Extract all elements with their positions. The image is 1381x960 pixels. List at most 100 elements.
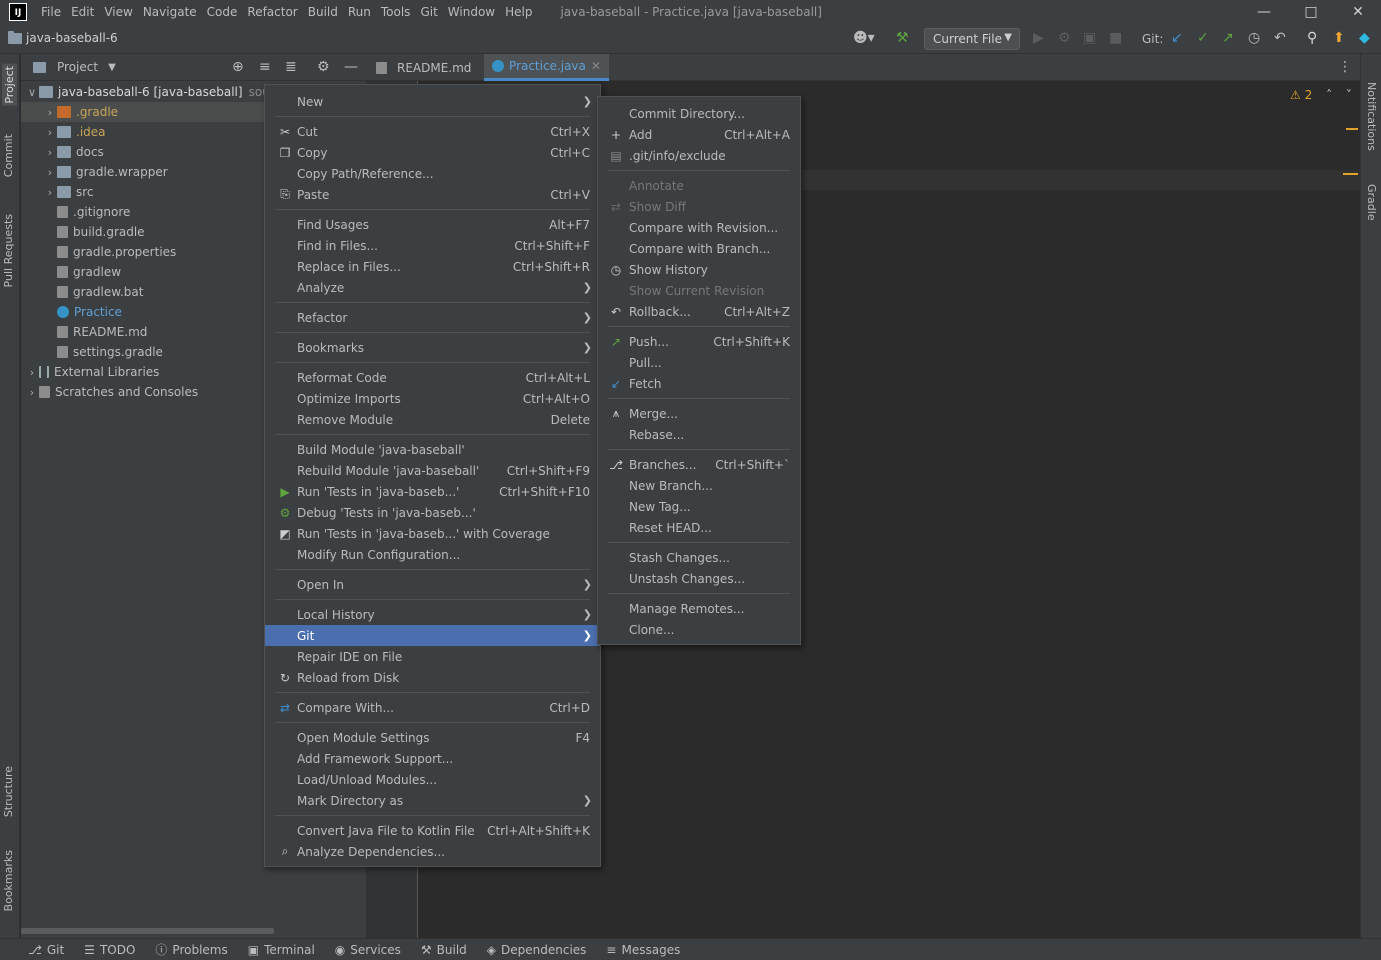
tool-tab-project[interactable]: Project — [2, 64, 17, 106]
build-hammer-icon[interactable]: ⚒ — [896, 30, 909, 46]
menu-tools[interactable]: Tools — [381, 5, 411, 19]
menu-item-convert-java-file-to-kotlin-file[interactable]: Convert Java File to Kotlin File Ctrl+Alt… — [265, 820, 600, 841]
expand-all-icon[interactable]: ≡ — [259, 59, 271, 75]
menu-item-commit-directory[interactable]: Commit Directory... — [598, 103, 800, 124]
close-icon[interactable]: ✕ — [1335, 0, 1381, 24]
menu-item-copy-path-reference[interactable]: Copy Path/Reference... — [265, 163, 600, 184]
push-icon[interactable]: ↗ — [1222, 30, 1234, 46]
menu-item-cut[interactable]: ✂ Cut Ctrl+X — [265, 121, 600, 142]
menu-view[interactable]: View — [104, 5, 132, 19]
error-stripe-mark[interactable] — [1343, 173, 1358, 175]
run-configuration-select[interactable]: Current File ▼ — [924, 28, 1020, 50]
coverage-icon[interactable]: ▣ — [1083, 30, 1096, 46]
menu-item-new-branch[interactable]: New Branch... — [598, 475, 800, 496]
menu-item-run-tests-in-java-baseb-with-coverage[interactable]: ◩ Run 'Tests in 'java-baseb...' with Cove… — [265, 523, 600, 544]
tool-tab-notifications[interactable]: Notifications — [1365, 82, 1378, 151]
bottom-tab-git[interactable]: ⎇ Git — [28, 943, 64, 957]
bottom-tab-build[interactable]: ⚒ Build — [421, 943, 467, 957]
tool-tab-structure[interactable]: Structure — [2, 766, 15, 817]
bottom-tab-terminal[interactable]: ▣ Terminal — [248, 943, 315, 957]
menu-item-build-module-java-baseball[interactable]: Build Module 'java-baseball' — [265, 439, 600, 460]
menu-git[interactable]: Git — [420, 5, 437, 19]
menu-build[interactable]: Build — [308, 5, 338, 19]
menu-item-remove-module[interactable]: Remove Module Delete — [265, 409, 600, 430]
tool-tab-pull-requests[interactable]: Pull Requests — [2, 214, 15, 287]
menu-item-new-tag[interactable]: New Tag... — [598, 496, 800, 517]
menu-item-analyze[interactable]: Analyze ❯ — [265, 277, 600, 298]
menu-item-compare-with-branch[interactable]: Compare with Branch... — [598, 238, 800, 259]
chevron-down-icon[interactable]: ∨ — [25, 86, 39, 99]
select-opened-file-icon[interactable]: ⊕ — [232, 59, 244, 75]
tool-tab-bookmarks[interactable]: Bookmarks — [2, 850, 15, 911]
menu-item-local-history[interactable]: Local History ❯ — [265, 604, 600, 625]
rollback-icon[interactable]: ↶ — [1274, 30, 1286, 46]
jetbrains-ai-icon[interactable]: ◆ — [1359, 30, 1370, 46]
update-available-icon[interactable]: ⬆ — [1333, 30, 1345, 46]
menu-item-analyze-dependencies[interactable]: ⌕ Analyze Dependencies... — [265, 841, 600, 862]
menu-item-stash-changes[interactable]: Stash Changes... — [598, 547, 800, 568]
error-stripe-mark[interactable] — [1346, 128, 1358, 130]
menu-item-debug-tests-in-java-baseb[interactable]: ⚙ Debug 'Tests in 'java-baseb...' — [265, 502, 600, 523]
menu-item-add[interactable]: + Add Ctrl+Alt+A — [598, 124, 800, 145]
menu-item-unstash-changes[interactable]: Unstash Changes... — [598, 568, 800, 589]
hide-panel-icon[interactable]: — — [344, 59, 358, 75]
bottom-tab-services[interactable]: ◉ Services — [335, 943, 401, 957]
menu-item-new[interactable]: New ❯ — [265, 91, 600, 112]
collapse-all-icon[interactable]: ≣ — [285, 59, 297, 75]
chevron-right-icon[interactable]: › — [25, 366, 39, 379]
menu-file[interactable]: File — [41, 5, 61, 19]
menu-item-open-module-settings[interactable]: Open Module Settings F4 — [265, 727, 600, 748]
update-project-icon[interactable]: ↙ — [1171, 30, 1183, 46]
menu-run[interactable]: Run — [348, 5, 371, 19]
menu-item-run-tests-in-java-baseb[interactable]: ▶ Run 'Tests in 'java-baseb...' Ctrl+Shift… — [265, 481, 600, 502]
warnings-indicator[interactable]: ⚠ 2 ˄ ˅ — [1290, 88, 1352, 102]
menu-item-reformat-code[interactable]: Reformat Code Ctrl+Alt+L — [265, 367, 600, 388]
menu-item-fetch[interactable]: ↙ Fetch — [598, 373, 800, 394]
menu-item-manage-remotes[interactable]: Manage Remotes... — [598, 598, 800, 619]
menu-item-pull[interactable]: Pull... — [598, 352, 800, 373]
menu-item-modify-run-configuration[interactable]: Modify Run Configuration... — [265, 544, 600, 565]
bottom-tab-dependencies[interactable]: ◈ Dependencies — [487, 943, 587, 957]
breadcrumb-project[interactable]: java-baseball-6 — [8, 30, 118, 45]
menu-item-copy[interactable]: ❐ Copy Ctrl+C — [265, 142, 600, 163]
menu-item-push[interactable]: ↗ Push... Ctrl+Shift+K — [598, 331, 800, 352]
chevron-right-icon[interactable]: › — [43, 186, 57, 199]
intellij-logo-icon[interactable]: IJ — [9, 3, 27, 21]
menu-item-rollback[interactable]: ↶ Rollback... Ctrl+Alt+Z — [598, 301, 800, 322]
chevron-up-icon[interactable]: ˄ — [1326, 88, 1332, 102]
tab-readme[interactable]: README.md — [368, 54, 479, 81]
bottom-tab-messages[interactable]: ≡ Messages — [606, 943, 680, 957]
tool-tab-gradle[interactable]: Gradle — [1365, 184, 1378, 221]
user-icon[interactable]: ☻▾ — [853, 30, 875, 46]
menu-item-rebase[interactable]: Rebase... — [598, 424, 800, 445]
menu-item-reset-head[interactable]: Reset HEAD... — [598, 517, 800, 538]
close-tab-icon[interactable]: ✕ — [591, 59, 601, 73]
menu-navigate[interactable]: Navigate — [143, 5, 197, 19]
debug-icon[interactable]: ⚙ — [1058, 30, 1071, 46]
menu-item-paste[interactable]: ⎘ Paste Ctrl+V — [265, 184, 600, 205]
menu-item-rebuild-module-java-baseball[interactable]: Rebuild Module 'java-baseball' Ctrl+Shift… — [265, 460, 600, 481]
menu-item-replace-in-files[interactable]: Replace in Files... Ctrl+Shift+R — [265, 256, 600, 277]
menu-item-find-usages[interactable]: Find Usages Alt+F7 — [265, 214, 600, 235]
chevron-right-icon[interactable]: › — [43, 146, 57, 159]
gear-icon[interactable]: ⚙ — [317, 59, 330, 75]
chevron-right-icon[interactable]: › — [43, 126, 57, 139]
menu-item-merge[interactable]: ⩚ Merge... — [598, 403, 800, 424]
menu-item-repair-ide-on-file[interactable]: Repair IDE on File — [265, 646, 600, 667]
menu-item-mark-directory-as[interactable]: Mark Directory as ❯ — [265, 790, 600, 811]
menu-code[interactable]: Code — [207, 5, 238, 19]
minimize-icon[interactable]: — — [1241, 0, 1287, 24]
menu-item-git-info-exclude[interactable]: ▤ .git/info/exclude — [598, 145, 800, 166]
menu-item-reload-from-disk[interactable]: ↻ Reload from Disk — [265, 667, 600, 688]
maximize-icon[interactable]: □ — [1288, 0, 1334, 24]
chevron-right-icon[interactable]: › — [43, 166, 57, 179]
menu-item-load-unload-modules[interactable]: Load/Unload Modules... — [265, 769, 600, 790]
menu-item-clone[interactable]: Clone... — [598, 619, 800, 640]
menu-item-git[interactable]: Git ❯ — [265, 625, 600, 646]
menu-item-show-history[interactable]: ◷ Show History — [598, 259, 800, 280]
run-icon[interactable]: ▶ — [1033, 30, 1044, 46]
stop-icon[interactable]: ■ — [1109, 30, 1122, 46]
menu-item-compare-with-revision[interactable]: Compare with Revision... — [598, 217, 800, 238]
menu-window[interactable]: Window — [448, 5, 495, 19]
tab-practice-java[interactable]: Practice.java ✕ — [484, 54, 609, 81]
